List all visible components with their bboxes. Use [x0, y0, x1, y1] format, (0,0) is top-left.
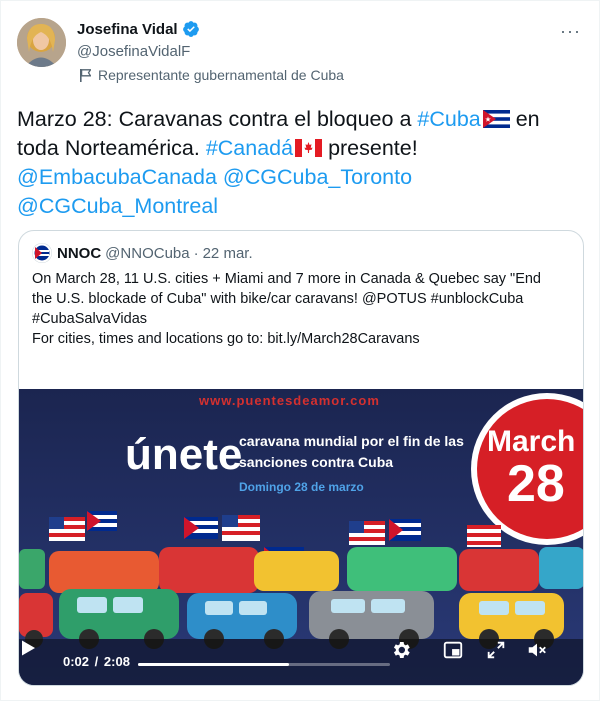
tweet-line-1: Marzo 28: Caravanas contra el bloqueo a …: [17, 107, 540, 131]
author-name[interactable]: Josefina Vidal: [77, 20, 200, 38]
author-name-text[interactable]: Josefina Vidal: [77, 21, 178, 38]
cuba-flag-emoji-icon: [482, 110, 510, 128]
settings-icon[interactable]: [390, 639, 412, 661]
tweet-line-2: toda Norteamérica. #Canadá presente!: [17, 136, 418, 160]
poster-url: www.puentesdeamor.com: [198, 393, 380, 408]
tweet-card: Josefina Vidal @JosefinaVidalF ··· Repre…: [0, 0, 600, 701]
government-label-text: Representante gubernamental de Cuba: [98, 67, 344, 83]
poster-sub1: caravana mundial por el fin de las: [239, 433, 464, 449]
video-player[interactable]: www.puentesdeamor.com March 28 únete car…: [19, 389, 583, 685]
video-time-separator: /: [94, 654, 99, 669]
separator-dot: ·: [193, 244, 199, 262]
author-avatar[interactable]: [17, 18, 66, 67]
hashtag-cuba[interactable]: #Cuba: [417, 107, 480, 131]
fullscreen-icon[interactable]: [485, 639, 507, 661]
quoted-tweet-text: On March 28, 11 U.S. cities + Miami and …: [32, 269, 572, 349]
video-current-time: 0:02: [63, 654, 90, 669]
video-progress-fill: [138, 663, 290, 666]
nnoc-avatar[interactable]: [32, 243, 52, 263]
poster-sub2: sanciones contra Cuba: [239, 454, 393, 470]
tweet-line-4: @CGCuba_Montreal: [17, 192, 587, 221]
mention-cgcuba-montreal[interactable]: @CGCuba_Montreal: [17, 194, 218, 218]
poster-date: Domingo 28 de marzo: [239, 480, 364, 494]
quoted-line: For cities, times and locations go to: b…: [32, 331, 420, 347]
quoted-tweet-header: NNOC @NNOCuba · 22 mar.: [32, 243, 253, 263]
tweet-line-3: @EmbacubaCanada @CGCuba_Toronto: [17, 163, 587, 192]
quoted-date[interactable]: 22 mar.: [203, 245, 253, 262]
quoted-line: #CubaSalvaVidas: [32, 311, 148, 327]
tweet-text: Marzo 28: Caravanas contra el bloqueo a …: [17, 105, 587, 221]
video-progress-bar[interactable]: [138, 663, 390, 666]
play-icon[interactable]: [19, 639, 37, 657]
pip-icon[interactable]: [442, 639, 464, 661]
hashtag-canada[interactable]: #Canadá: [206, 136, 293, 160]
more-icon[interactable]: ···: [560, 21, 581, 42]
quoted-author-name[interactable]: NNOC: [57, 245, 101, 262]
badge-day: 28: [507, 455, 565, 513]
quoted-author-handle[interactable]: @NNOCuba: [105, 245, 189, 262]
video-time: 0:02 / 2:08: [63, 654, 130, 669]
verified-badge-icon: [182, 21, 199, 37]
mention-embacubacanada[interactable]: @EmbacubaCanada: [17, 165, 217, 189]
volume-icon[interactable]: [526, 639, 548, 661]
flag-icon: [80, 68, 91, 82]
quoted-line: the U.S. blockade of Cuba" with bike/car…: [32, 291, 524, 307]
video-controls: 0:02 / 2:08: [19, 639, 583, 685]
mention-cgcuba-toronto[interactable]: @CGCuba_Toronto: [223, 165, 412, 189]
author-handle[interactable]: @JosefinaVidalF: [77, 43, 190, 60]
quoted-line: On March 28, 11 U.S. cities + Miami and …: [32, 271, 542, 287]
canada-flag-emoji-icon: [295, 139, 323, 157]
poster-unete: únete: [125, 430, 242, 479]
video-duration: 2:08: [103, 654, 130, 669]
government-label: Representante gubernamental de Cuba: [80, 67, 344, 83]
quoted-tweet[interactable]: NNOC @NNOCuba · 22 mar. On March 28, 11 …: [18, 230, 584, 686]
badge-month: March: [487, 425, 575, 458]
